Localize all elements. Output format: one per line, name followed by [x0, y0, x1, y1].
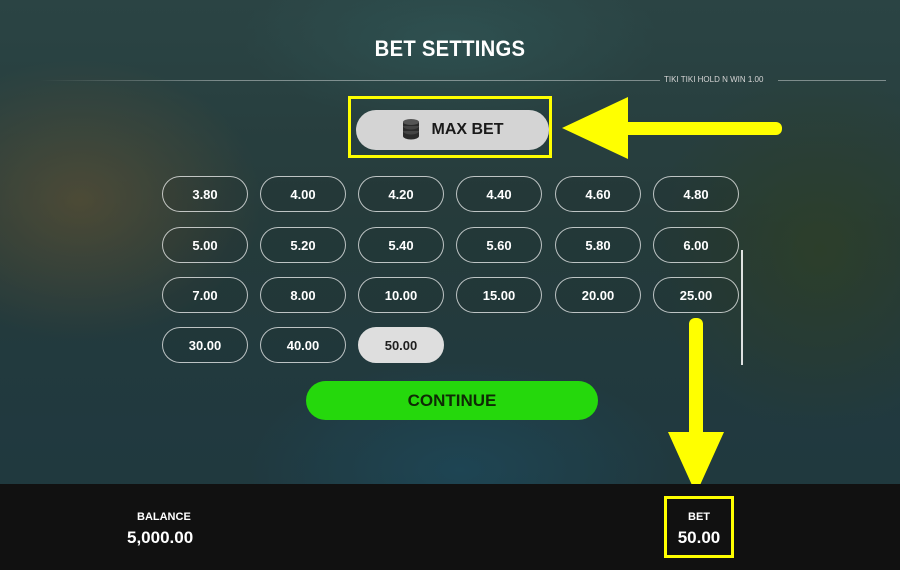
bet-option-button[interactable]: 4.20	[358, 176, 444, 212]
bet-option-button[interactable]: 4.60	[555, 176, 641, 212]
version-label: TIKI TIKI HOLD N WIN 1.00	[664, 75, 764, 84]
bet-label: BET	[688, 511, 710, 523]
bet-value: 50.00	[677, 528, 721, 547]
bet-option-button[interactable]: 5.60	[456, 227, 542, 263]
page-title: BET SETTINGS	[374, 36, 526, 61]
bet-highlight-frame	[664, 496, 734, 558]
bet-option-button[interactable]: 5.20	[260, 227, 346, 263]
coin-stack-icon	[402, 119, 420, 141]
divider-left	[40, 80, 660, 81]
bet-option-button[interactable]: 5.80	[555, 227, 641, 263]
max-bet-label: MAX BET	[431, 121, 504, 138]
bet-option-button[interactable]: 7.00	[162, 277, 248, 313]
continue-label: CONTINUE	[407, 390, 497, 410]
bet-option-button[interactable]: 5.40	[358, 227, 444, 263]
balance-value: 5,000.00	[127, 528, 194, 547]
bet-option-button[interactable]: 10.00	[358, 277, 444, 313]
bet-option-button[interactable]: 4.00	[260, 176, 346, 212]
balance-label: BALANCE	[137, 511, 191, 523]
bet-option-button[interactable]: 30.00	[162, 327, 248, 363]
bet-option-button[interactable]: 15.00	[456, 277, 542, 313]
bet-option-button[interactable]: 4.80	[653, 176, 739, 212]
bet-option-button[interactable]: 6.00	[653, 227, 739, 263]
bet-option-button[interactable]: 50.00	[358, 327, 444, 363]
scrollbar[interactable]	[741, 250, 743, 365]
max-bet-button[interactable]: MAX BET	[356, 110, 549, 150]
bet-option-button[interactable]: 25.00	[653, 277, 739, 313]
bet-option-button[interactable]: 3.80	[162, 176, 248, 212]
divider-right	[778, 80, 886, 81]
bet-option-button[interactable]: 20.00	[555, 277, 641, 313]
bet-option-button[interactable]: 40.00	[260, 327, 346, 363]
bet-option-button[interactable]: 4.40	[456, 176, 542, 212]
bet-option-button[interactable]: 8.00	[260, 277, 346, 313]
bet-option-button[interactable]: 5.00	[162, 227, 248, 263]
footer-bar	[0, 484, 900, 570]
continue-button[interactable]: CONTINUE	[306, 381, 598, 420]
